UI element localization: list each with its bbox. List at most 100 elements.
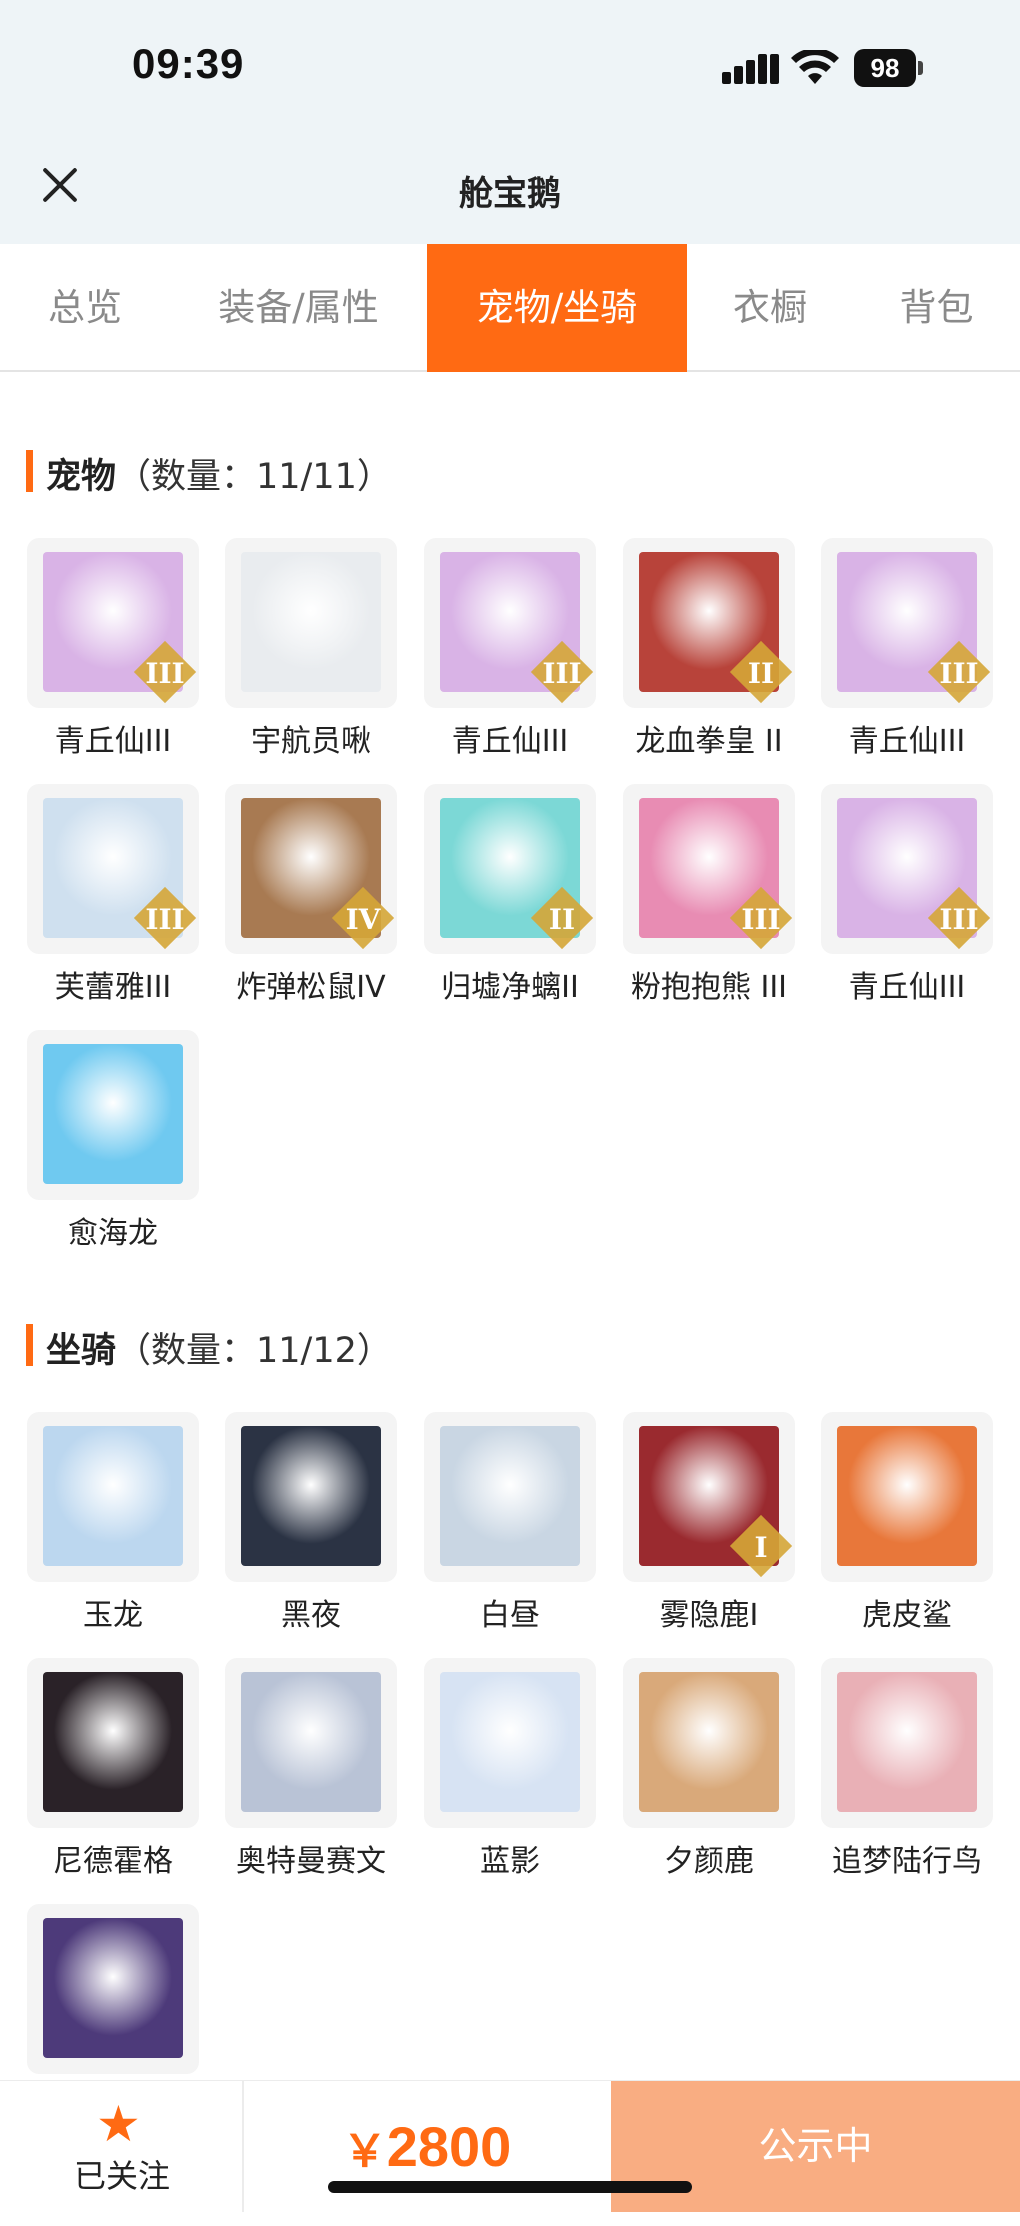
battery-level: 98	[854, 49, 916, 87]
item-thumbnail[interactable]	[225, 538, 397, 708]
grid-item[interactable]: III 青丘仙III	[821, 784, 993, 1005]
cellular-signal-icon	[722, 52, 779, 84]
grid-item[interactable]: 黑夜	[225, 1412, 397, 1633]
grid-item[interactable]: 白昼	[424, 1412, 596, 1633]
mounts-section-title: 坐骑	[46, 1331, 117, 1371]
item-name: 雾隐鹿I	[659, 1598, 759, 1633]
item-thumbnail[interactable]: I	[623, 1412, 795, 1582]
item-name: 归墟净螭II	[441, 970, 579, 1005]
tier-badge-label: III	[939, 657, 979, 690]
grid-item[interactable]: III 粉抱抱熊 III	[623, 784, 795, 1005]
tier-badge-label: III	[542, 657, 582, 690]
grid-item[interactable]: III 青丘仙III	[27, 538, 199, 759]
item-thumbnail[interactable]: III	[424, 538, 596, 708]
grid-item[interactable]: I 雾隐鹿I	[623, 1412, 795, 1633]
grid-item[interactable]: III 青丘仙III	[821, 538, 993, 759]
item-artwork	[837, 1426, 977, 1566]
item-thumbnail[interactable]: III	[821, 538, 993, 708]
tier-badge-label: IV	[345, 903, 381, 936]
item-thumbnail[interactable]: III	[27, 784, 199, 954]
status-bar: 09:39 98	[0, 0, 1020, 130]
currency-symbol: ￥	[342, 2126, 387, 2177]
item-artwork	[241, 1672, 381, 1812]
price-amount: 2800	[386, 2115, 512, 2178]
item-name: 芙蕾雅III	[54, 970, 172, 1005]
item-thumbnail[interactable]: II	[623, 538, 795, 708]
follow-button[interactable]: ★ 已关注	[0, 2081, 244, 2212]
tab-equipment-attributes[interactable]: 装备/属性	[170, 244, 427, 372]
follow-label: 已关注	[73, 2157, 170, 2195]
tab-pets-mounts[interactable]: 宠物/坐骑	[427, 244, 687, 372]
battery-icon: 98	[854, 49, 924, 87]
grid-item[interactable]: 夕颜鹿	[623, 1658, 795, 1879]
item-thumbnail[interactable]: III	[821, 784, 993, 954]
grid-item[interactable]: 奥特曼赛文	[225, 1658, 397, 1879]
grid-item[interactable]: 玉龙	[27, 1412, 199, 1633]
item-artwork	[837, 1672, 977, 1812]
item-artwork	[43, 1426, 183, 1566]
item-name: 龙血拳皇 II	[635, 724, 783, 759]
item-thumbnail[interactable]	[821, 1412, 993, 1582]
grid-item[interactable]: 追梦陆行鸟	[821, 1658, 993, 1879]
item-thumbnail[interactable]	[821, 1658, 993, 1828]
tier-badge-label: III	[939, 903, 979, 936]
item-name: 青丘仙III	[451, 724, 569, 759]
item-thumbnail[interactable]: III	[623, 784, 795, 954]
tier-badge-label: II	[548, 903, 576, 936]
grid-item[interactable]: III 青丘仙III	[424, 538, 596, 759]
grid-item[interactable]	[27, 1904, 199, 2074]
wifi-icon	[791, 50, 839, 84]
item-name: 黑夜	[281, 1598, 341, 1633]
item-name: 白昼	[480, 1598, 540, 1633]
tab-wardrobe[interactable]: 衣橱	[687, 244, 853, 372]
item-name: 蓝影	[480, 1844, 540, 1879]
item-thumbnail[interactable]	[225, 1658, 397, 1828]
item-name: 虎皮鲨	[862, 1598, 952, 1633]
grid-item[interactable]: 宇航员啾	[225, 538, 397, 759]
item-artwork	[241, 552, 381, 692]
item-thumbnail[interactable]: II	[424, 784, 596, 954]
item-name: 青丘仙III	[848, 724, 966, 759]
item-artwork	[43, 1918, 183, 2058]
grid-item[interactable]: 虎皮鲨	[821, 1412, 993, 1633]
tab-overview[interactable]: 总览	[0, 244, 170, 372]
item-name: 粉抱抱熊 III	[630, 970, 788, 1005]
pets-count: （数量：11/11）	[116, 457, 392, 497]
item-name: 追梦陆行鸟	[832, 1844, 982, 1879]
home-indicator	[328, 2181, 692, 2193]
item-thumbnail[interactable]	[27, 1412, 199, 1582]
tier-badge-label: I	[754, 1531, 768, 1564]
item-thumbnail[interactable]: III	[27, 538, 199, 708]
status-time: 09:39	[132, 40, 245, 87]
mounts-count: （数量：11/12）	[116, 1331, 392, 1371]
page-title: 舱宝鹅	[459, 174, 561, 214]
item-thumbnail[interactable]	[623, 1658, 795, 1828]
grid-item[interactable]: II 龙血拳皇 II	[623, 538, 795, 759]
item-thumbnail[interactable]	[225, 1412, 397, 1582]
item-thumbnail[interactable]	[27, 1904, 199, 2074]
item-name: 愈海龙	[68, 1216, 158, 1251]
item-thumbnail[interactable]	[27, 1030, 199, 1200]
item-name: 夕颜鹿	[664, 1844, 754, 1879]
grid-item[interactable]: II 归墟净螭II	[424, 784, 596, 1005]
navigation-bar: 舱宝鹅	[0, 130, 1020, 244]
item-thumbnail[interactable]	[27, 1658, 199, 1828]
grid-item[interactable]: III 芙蕾雅III	[27, 784, 199, 1005]
grid-item[interactable]: 尼德霍格	[27, 1658, 199, 1879]
grid-item[interactable]: IV 炸弹松鼠IV	[225, 784, 397, 1005]
item-artwork	[43, 1044, 183, 1184]
item-name: 青丘仙III	[54, 724, 172, 759]
tab-backpack[interactable]: 背包	[853, 244, 1020, 372]
grid-item[interactable]: 愈海龙	[27, 1030, 199, 1251]
item-name: 奥特曼赛文	[236, 1844, 386, 1879]
item-thumbnail[interactable]: IV	[225, 784, 397, 954]
item-thumbnail[interactable]	[424, 1658, 596, 1828]
grid-item[interactable]: 蓝影	[424, 1658, 596, 1879]
item-artwork	[43, 1672, 183, 1812]
item-artwork	[440, 1672, 580, 1812]
section-accent-bar	[26, 450, 33, 492]
item-artwork	[241, 1426, 381, 1566]
item-artwork	[440, 1426, 580, 1566]
pets-section-title: 宠物	[46, 457, 117, 497]
item-thumbnail[interactable]	[424, 1412, 596, 1582]
